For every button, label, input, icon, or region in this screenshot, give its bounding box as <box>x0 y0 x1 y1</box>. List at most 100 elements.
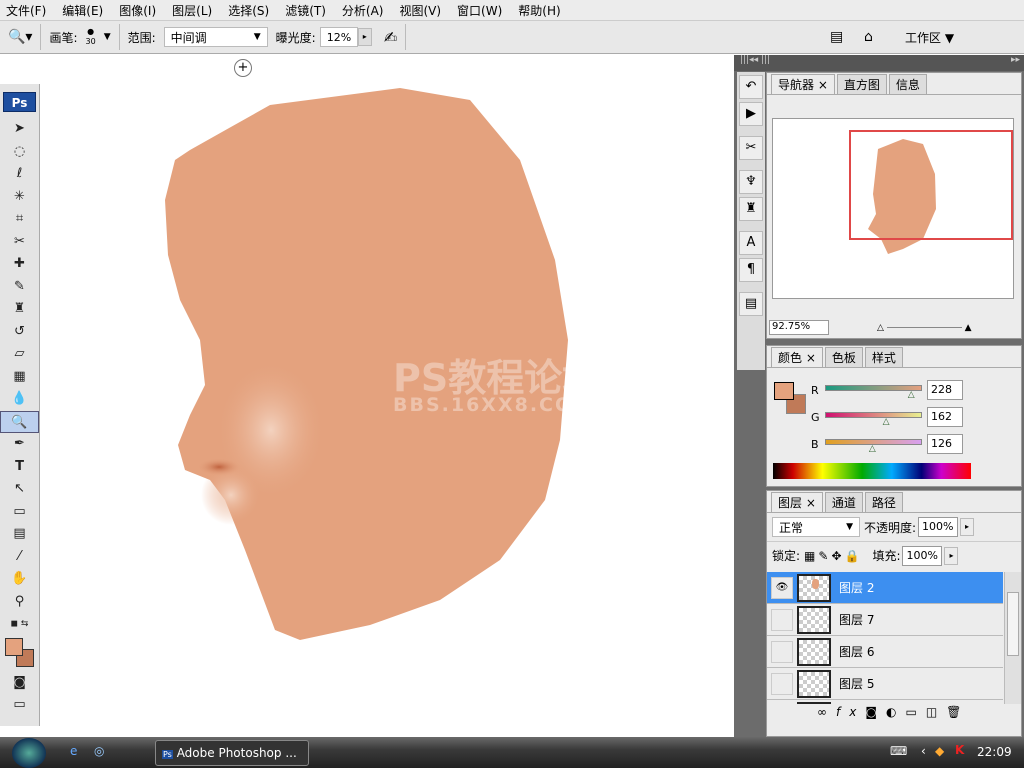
crop-tool-icon[interactable]: ⌗ <box>0 208 39 231</box>
layer-row[interactable]: 图层 7 <box>767 604 1003 636</box>
layers-scrollbar[interactable] <box>1004 572 1021 704</box>
visibility-toggle[interactable] <box>771 672 793 695</box>
menu-select[interactable]: 选择(S) <box>228 2 269 19</box>
tab-color[interactable]: 颜色 × <box>771 347 823 367</box>
notes-tool-icon[interactable]: ▤ <box>0 523 39 546</box>
layer-comps-icon[interactable]: ▤ <box>739 292 763 316</box>
tab-info[interactable]: 信息 <box>888 74 927 94</box>
navigator-preview[interactable] <box>772 118 1014 299</box>
adjustment-layer-icon[interactable]: ◐ <box>886 705 905 719</box>
opacity-slider-button[interactable]: ▸ <box>960 518 975 536</box>
menu-analysis[interactable]: 分析(A) <box>342 2 384 19</box>
r-value-input[interactable]: 228 <box>927 380 963 400</box>
screen-mode-icon[interactable]: ▭ <box>0 694 39 717</box>
menu-view[interactable]: 视图(V) <box>399 2 441 19</box>
color-fg-swatch[interactable] <box>774 382 794 400</box>
blur-tool-icon[interactable]: 💧 <box>0 388 39 411</box>
paragraph-panel-icon[interactable]: ¶ <box>739 258 763 282</box>
menu-edit[interactable]: 编辑(E) <box>62 2 103 19</box>
gradient-icon[interactable]: ▦ <box>0 366 39 389</box>
exposure-slider-button[interactable]: ▸ <box>357 28 372 46</box>
tool-presets-icon[interactable]: ✂ <box>739 136 763 160</box>
palette-well-icon[interactable]: ▤ <box>830 29 843 45</box>
tab-paths[interactable]: 路径 <box>864 492 903 512</box>
b-slider-handle[interactable]: △ <box>869 444 876 454</box>
brush-tool-icon[interactable]: ✎ <box>0 276 39 299</box>
dodge-tool-preset-icon[interactable]: 🔍▾ <box>8 29 32 45</box>
swap-colors-icon[interactable]: ◼ ⇆ <box>0 613 39 636</box>
tab-channels[interactable]: 通道 <box>824 492 863 512</box>
menu-layer[interactable]: 图层(L) <box>172 2 212 19</box>
g-slider[interactable] <box>825 412 922 418</box>
slice-tool-icon[interactable]: ✂ <box>0 231 39 254</box>
menu-help[interactable]: 帮助(H) <box>518 2 560 19</box>
shape-tool-icon[interactable]: ▭ <box>0 501 39 524</box>
pen-tool-icon[interactable]: ✒ <box>0 433 39 456</box>
character-panel-icon[interactable]: A <box>739 231 763 255</box>
menu-image[interactable]: 图像(I) <box>119 2 156 19</box>
eye-icon[interactable]: 👁 <box>771 576 793 599</box>
dock-header[interactable]: |||◂◂ ||| ▸▸ <box>734 55 1024 71</box>
ie-icon[interactable]: e <box>70 744 77 758</box>
visibility-toggle[interactable] <box>771 640 793 663</box>
clone-stamp-icon[interactable]: ♜ <box>0 298 39 321</box>
new-layer-icon[interactable]: ◫ <box>926 705 946 719</box>
antivirus-icon[interactable]: K <box>955 743 964 757</box>
lock-icons[interactable]: ▦✎✥🔒 <box>804 549 862 563</box>
taskbar-photoshop[interactable]: Ps Adobe Photoshop ... <box>155 740 309 766</box>
marquee-tool-icon[interactable]: ◌ <box>0 141 39 164</box>
g-slider-handle[interactable]: △ <box>883 417 890 427</box>
b-value-input[interactable]: 126 <box>927 434 963 454</box>
range-select[interactable]: 中间调 ▼ <box>163 27 268 47</box>
hand-tool-icon[interactable]: ✋ <box>0 568 39 591</box>
tray-expand-icon[interactable]: ‹ <box>921 744 926 758</box>
quick-mask-icon[interactable]: ◙ <box>0 672 39 695</box>
layer-row[interactable]: 图层 6 <box>767 636 1003 668</box>
tray-app-icon[interactable]: ◆ <box>935 744 944 758</box>
start-button[interactable] <box>12 738 46 768</box>
path-select-icon[interactable]: ↖ <box>0 478 39 501</box>
navigator-zoom-slider[interactable]: △ ▲ <box>877 323 1007 333</box>
menu-file[interactable]: 文件(F) <box>6 2 46 19</box>
r-slider-handle[interactable]: △ <box>908 390 915 400</box>
document-canvas[interactable]: + PS教程论坛 BBS.16XX8.COM <box>41 55 734 737</box>
tab-histogram[interactable]: 直方图 <box>836 74 887 94</box>
actions-panel-icon[interactable]: ▶ <box>739 102 763 126</box>
opacity-input[interactable]: 100% <box>918 517 959 537</box>
layer-mask-icon[interactable]: ◙ <box>865 705 886 719</box>
tab-layers[interactable]: 图层 × <box>771 492 823 512</box>
g-value-input[interactable]: 162 <box>927 407 963 427</box>
bridge-icon[interactable]: ⌂ <box>864 29 873 45</box>
color-swatches[interactable] <box>0 636 39 672</box>
healing-brush-icon[interactable]: ✚ <box>0 253 39 276</box>
foreground-color[interactable] <box>5 637 23 656</box>
fill-input[interactable]: 100% <box>902 545 943 566</box>
zoom-tool-icon[interactable]: ⚲ <box>0 591 39 614</box>
blend-mode-select[interactable]: 正常 ▼ <box>772 517 860 537</box>
eraser-icon[interactable]: ▱ <box>0 343 39 366</box>
type-tool-icon[interactable]: T <box>0 456 39 479</box>
eyedropper-icon[interactable]: ⁄ <box>0 546 39 569</box>
link-layers-icon[interactable]: ∞ <box>817 705 836 719</box>
tab-styles[interactable]: 样式 <box>864 347 903 367</box>
quicklaunch-icon[interactable]: ◎ <box>94 744 104 758</box>
visibility-toggle[interactable] <box>771 608 793 631</box>
color-spectrum[interactable] <box>773 463 971 479</box>
layer-row[interactable]: 图层 5 <box>767 668 1003 700</box>
magic-wand-icon[interactable]: ✳ <box>0 186 39 209</box>
move-tool-icon[interactable]: ➤ <box>0 118 39 141</box>
layer-row[interactable]: 👁 图层 2 <box>767 572 1003 604</box>
dodge-tool-icon[interactable]: 🔍 <box>0 410 39 433</box>
brushes-panel-icon[interactable]: ♆ <box>739 170 763 194</box>
history-panel-icon[interactable]: ↶ <box>739 75 763 99</box>
lasso-tool-icon[interactable]: ℓ <box>0 163 39 186</box>
brush-dropdown-icon[interactable]: ▼ <box>104 32 111 42</box>
layer-row[interactable]: 图层 4 <box>767 700 1003 704</box>
menu-window[interactable]: 窗口(W) <box>457 2 502 19</box>
navigator-zoom-input[interactable]: 92.75% <box>769 320 829 335</box>
delete-layer-icon[interactable]: 🗑 <box>946 705 970 719</box>
tab-swatches[interactable]: 色板 <box>824 347 863 367</box>
new-group-icon[interactable]: ▭ <box>905 705 925 719</box>
fx-icon[interactable]: fx <box>836 705 865 719</box>
workspace-button[interactable]: 工作区 ▼ <box>905 29 954 46</box>
